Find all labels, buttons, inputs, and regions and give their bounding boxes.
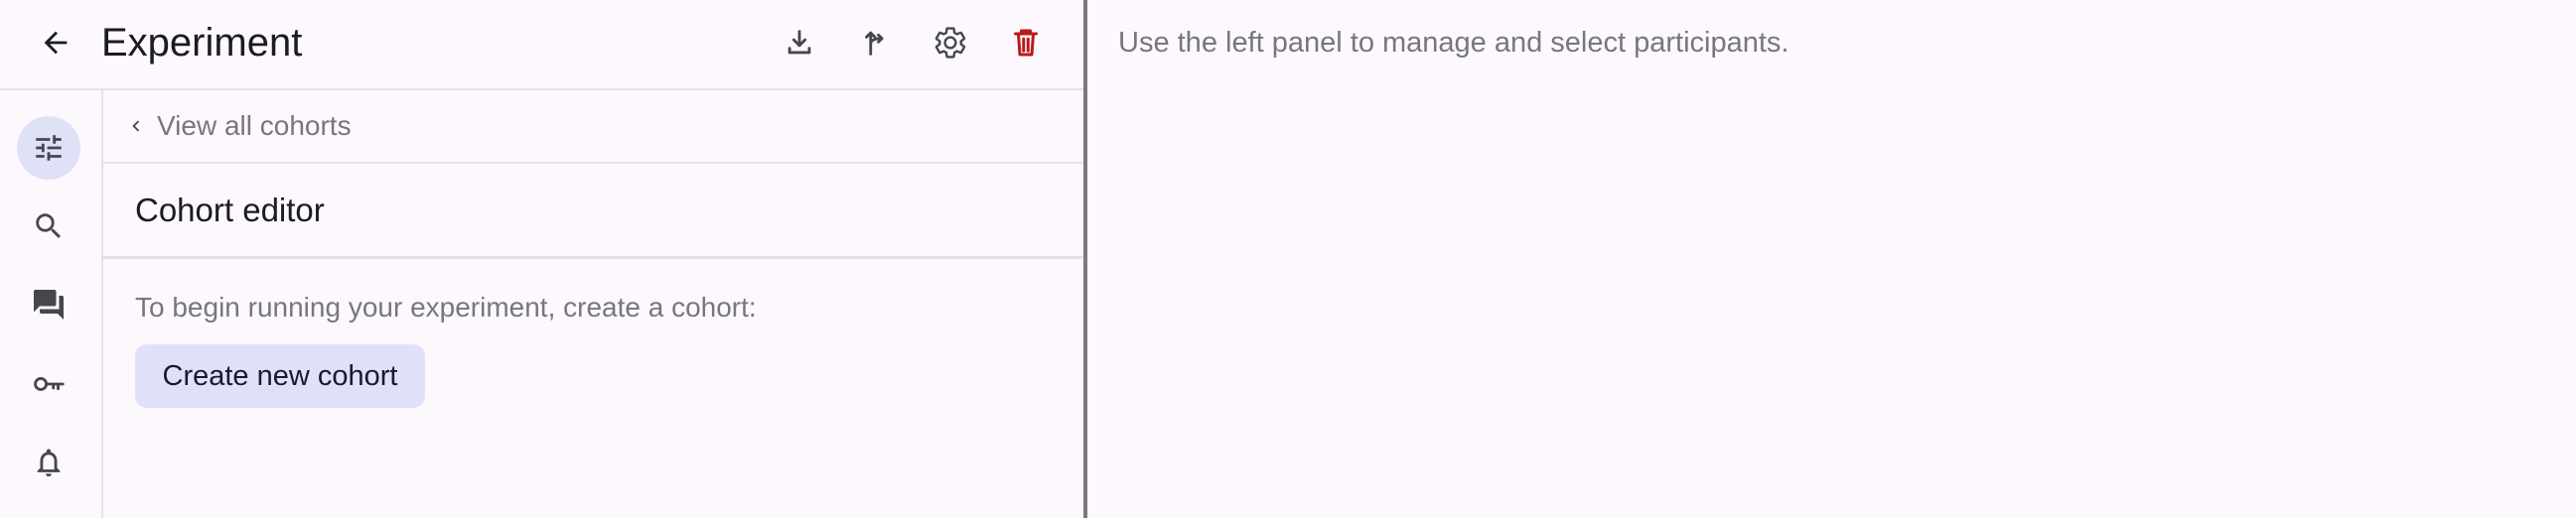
rail-item-keys[interactable] [17,352,80,416]
fork-icon [858,26,892,60]
key-icon [30,365,68,403]
back-button[interactable] [30,20,81,65]
chat-icon [31,287,67,323]
delete-button[interactable] [1001,18,1051,67]
rail-item-notifications[interactable] [17,431,80,494]
page-title: Experiment [101,21,303,65]
download-icon [783,26,816,60]
right-pane: Use the left panel to manage and select … [1087,0,2576,518]
section-header: Cohort editor [103,164,1083,259]
app-window: Experiment View all cohorts Cohort edito… [0,0,2576,518]
header-bar: Experiment [0,0,1083,90]
download-button[interactable] [775,18,824,67]
section-title: Cohort editor [135,191,325,228]
icon-rail [0,90,103,518]
fork-button[interactable] [850,18,900,67]
search-icon [32,209,66,243]
trash-icon [1008,25,1044,61]
bell-icon [32,446,66,479]
rail-item-search[interactable] [17,194,80,258]
gear-icon [932,25,968,61]
sliders-icon [32,131,66,165]
rail-item-chat[interactable] [17,273,80,336]
empty-state-hint: To begin running your experiment, create… [135,292,757,323]
left-pane: Experiment View all cohorts Cohort edito… [0,0,1083,518]
arrow-left-icon [39,26,72,60]
create-cohort-button[interactable]: Create new cohort [135,344,425,408]
cohort-panel: View all cohorts Cohort editor To begin … [103,90,1083,518]
settings-button[interactable] [926,18,975,67]
participants-hint: Use the left panel to manage and select … [1118,27,1789,59]
view-all-cohorts-link[interactable]: View all cohorts [103,90,1083,164]
breadcrumb-label: View all cohorts [157,110,352,141]
rail-item-settings[interactable] [17,116,80,180]
chevron-left-icon [125,115,147,137]
